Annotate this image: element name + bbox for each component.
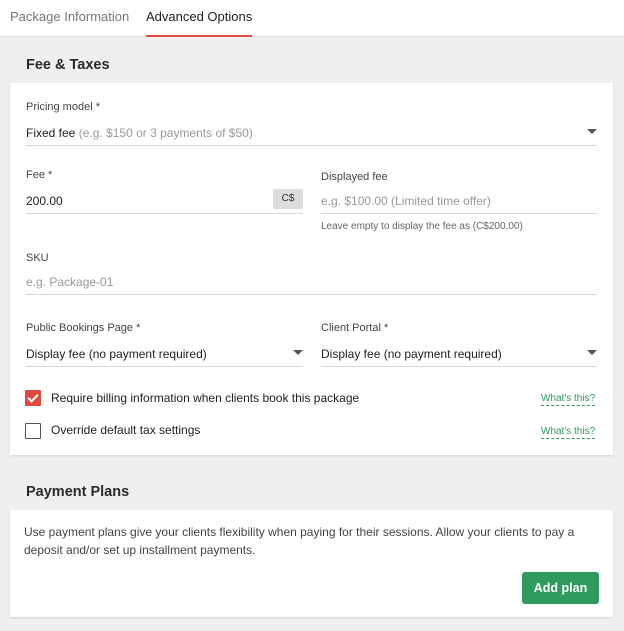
sku-placeholder: e.g. Package-01 [26,275,114,289]
pricing-model-label: Pricing model * [26,101,100,113]
displayed-fee-input[interactable]: e.g. $100.00 (Limited time offer) [321,186,597,214]
pricing-model-value: Fixed fee [26,126,76,140]
pricing-model-select[interactable]: Fixed fee (e.g. $150 or 3 payments of $5… [26,118,597,146]
public-bookings-label: Public Bookings Page * [26,322,141,334]
override-tax-help-link[interactable]: What's this? [541,426,596,439]
client-portal-label: Client Portal * [321,322,389,334]
public-bookings-select[interactable]: Display fee (no payment required) [26,339,303,367]
section-title-payment-plans: Payment Plans [26,484,130,500]
client-portal-select[interactable]: Display fee (no payment required) [321,339,597,367]
fee-label: Fee * [26,169,53,181]
section-title-fee-taxes: Fee & Taxes [26,57,110,73]
require-billing-checkbox[interactable] [25,390,41,406]
fee-taxes-card: Pricing model * Fixed fee (e.g. $150 or … [10,83,613,455]
require-billing-help-link[interactable]: What's this? [541,393,596,406]
fee-input[interactable]: 200.00 [26,186,303,214]
public-bookings-value: Display fee (no payment required) [26,347,207,361]
displayed-fee-help: Leave empty to display the fee as (C$200… [321,221,523,232]
override-tax-checkbox[interactable] [25,423,41,439]
displayed-fee-placeholder: e.g. $100.00 (Limited time offer) [321,194,491,208]
currency-badge: C$ [273,189,303,209]
displayed-fee-label: Displayed fee [321,171,388,183]
chevron-down-icon [293,350,303,355]
sku-input[interactable]: e.g. Package-01 [26,267,597,295]
payment-plans-description: Use payment plans give your clients flex… [24,525,575,557]
chevron-down-icon [587,350,597,355]
chevron-down-icon [587,129,597,134]
add-plan-button[interactable]: Add plan [522,572,599,604]
sku-label: SKU [26,252,49,264]
require-billing-label: Require billing information when clients… [51,391,360,405]
client-portal-value: Display fee (no payment required) [321,347,502,361]
tab-package-information[interactable]: Package Information [10,0,129,37]
override-tax-label: Override default tax settings [51,423,201,437]
tab-bar: Package Information Advanced Options [0,0,624,37]
tab-advanced-options[interactable]: Advanced Options [146,0,253,37]
fee-value: 200.00 [26,194,63,208]
pricing-model-hint: (e.g. $150 or 3 payments of $50) [78,126,253,140]
payment-plans-card: Use payment plans give your clients flex… [10,510,613,617]
